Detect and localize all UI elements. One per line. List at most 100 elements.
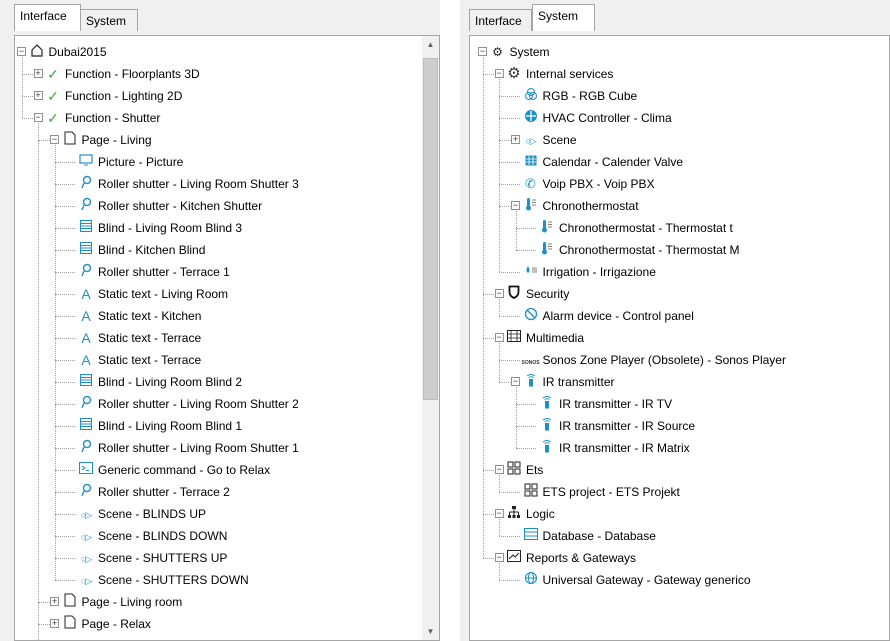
thermometer-icon — [538, 219, 556, 237]
tree-node-label: Security — [526, 287, 570, 301]
check-icon: ✓ — [47, 110, 59, 126]
tree-connector — [515, 426, 536, 427]
alarm-icon — [522, 307, 540, 325]
roller-shutter-icon — [77, 483, 95, 501]
collapse-icon[interactable]: − — [494, 289, 504, 298]
expand-icon[interactable]: + — [50, 597, 59, 606]
expand-icon[interactable]: + — [511, 135, 520, 144]
collapse-icon[interactable]: − — [511, 377, 520, 386]
thermometer-icon — [522, 197, 540, 215]
collapse-icon[interactable]: − — [50, 135, 59, 144]
tree-node-label: Generic command - Go to Relax — [98, 463, 271, 477]
tree-node-label: Static text - Kitchen — [98, 309, 202, 323]
picture-icon — [77, 153, 95, 171]
tree-connector — [515, 404, 536, 405]
scene-icon: ○▷ — [525, 136, 536, 146]
tree-node-label: Chronothermostat - Thermostat M — [559, 243, 740, 257]
tree-connector — [38, 624, 50, 625]
tree-connector — [54, 228, 75, 229]
tree-connector — [54, 426, 75, 427]
expand-icon[interactable]: + — [50, 619, 59, 628]
calendar-icon — [522, 153, 540, 171]
tree-connector — [482, 558, 494, 559]
static-text-icon: A — [81, 308, 91, 324]
tree-connector — [499, 492, 520, 493]
tree-node-label: Function - Floorplants 3D — [65, 67, 200, 81]
tab-system[interactable]: System — [532, 4, 595, 31]
database-icon — [522, 527, 540, 545]
tree-connector — [21, 57, 23, 118]
system-gears-icon: ⚙ — [492, 45, 503, 59]
collapse-icon[interactable]: − — [494, 553, 504, 562]
collapse-icon[interactable]: − — [494, 333, 504, 342]
scroll-down-arrow-icon[interactable]: ▼ — [422, 623, 439, 640]
tree-connector — [515, 228, 536, 229]
tree-node-label: Roller shutter - Terrace 1 — [98, 265, 230, 279]
irrigation-icon — [522, 263, 540, 281]
tree-connector — [54, 404, 75, 405]
collapse-icon[interactable]: − — [494, 509, 504, 518]
tree-node-label: Blind - Living Room Blind 3 — [98, 221, 243, 235]
tree-connector — [499, 360, 520, 361]
tree-node-label: Page - Living room — [81, 595, 183, 609]
page-icon — [61, 615, 79, 633]
collapse-icon[interactable]: − — [511, 201, 520, 210]
roller-shutter-icon — [77, 175, 95, 193]
tree-connector — [499, 272, 520, 273]
collapse-icon[interactable]: − — [494, 69, 504, 78]
tree-node-label: Roller shutter - Living Room Shutter 1 — [98, 441, 299, 455]
tree-connector — [499, 563, 500, 580]
left-tree-view[interactable]: − Dubai2015 + ✓ Function - Floorplants 3D + ✓ F… — [14, 35, 440, 641]
tree-connector — [38, 602, 50, 603]
tree-node-label: Static text - Living Room — [98, 287, 229, 301]
tab-system[interactable]: System — [80, 9, 138, 31]
collapse-icon[interactable]: − — [33, 113, 43, 122]
tree-connector — [499, 118, 520, 119]
tree-node-label: Sonos Zone Player (Obsolete) - Sonos Pla… — [542, 353, 786, 367]
tree-connector — [499, 382, 511, 383]
tree-connector — [54, 316, 75, 317]
gear-icon: ⚙ — [507, 65, 521, 82]
ir-transmitter-icon — [522, 373, 540, 391]
expand-icon[interactable]: + — [33, 91, 43, 100]
tab-interface[interactable]: Interface — [14, 4, 81, 31]
tree-node-label: Scene - BLINDS UP — [98, 507, 207, 521]
tree-connector — [499, 580, 520, 581]
tree-node-label: Blind - Living Room Blind 2 — [98, 375, 243, 389]
tree-connector — [482, 470, 494, 471]
tree-node-label: HVAC Controller - Clima — [542, 111, 672, 125]
tree-node-label: IR transmitter - IR TV — [559, 397, 673, 411]
tree-connector — [499, 343, 500, 382]
collapse-icon[interactable]: − — [494, 465, 504, 474]
tree-node-label: Roller shutter - Living Room Shutter 3 — [98, 177, 299, 191]
tree-node-label: Static text - Terrace — [98, 331, 202, 345]
tree-connector — [499, 184, 520, 185]
tree-connector — [54, 338, 75, 339]
rgb-icon — [522, 87, 540, 105]
ets-icon — [505, 461, 523, 479]
left-panel: Interface System − Dubai2015 + ✓ Function - … — [0, 0, 440, 641]
tree-node-label: IR transmitter — [542, 375, 615, 389]
left-scrollbar[interactable]: ▲ ▼ — [422, 36, 439, 640]
tree-connector — [499, 206, 511, 207]
collapse-icon[interactable]: − — [17, 47, 26, 56]
tree-connector — [54, 360, 75, 361]
static-text-icon: A — [81, 330, 91, 346]
scene-icon: ○▷ — [80, 576, 92, 586]
tree-connector — [54, 272, 75, 273]
tree-connector — [499, 79, 500, 272]
tree-connector — [515, 387, 517, 448]
tree-connector — [515, 448, 536, 449]
tree-connector — [54, 536, 75, 537]
tree-connector — [38, 140, 50, 141]
roller-shutter-icon — [77, 263, 95, 281]
scroll-thumb[interactable] — [423, 58, 438, 400]
collapse-icon[interactable]: − — [478, 47, 487, 56]
tree-node-label: Calendar - Calender Valve — [542, 155, 684, 169]
right-tree-view[interactable]: − ⚙ System − ⚙ Internal services RGB - RGB Cub… — [469, 35, 890, 641]
tab-interface[interactable]: Interface — [469, 9, 532, 31]
tree-connector — [54, 145, 56, 580]
scroll-up-arrow-icon[interactable]: ▲ — [422, 36, 439, 53]
expand-icon[interactable]: + — [33, 69, 43, 78]
tree-node-label: Irrigation - Irrigazione — [542, 265, 656, 279]
